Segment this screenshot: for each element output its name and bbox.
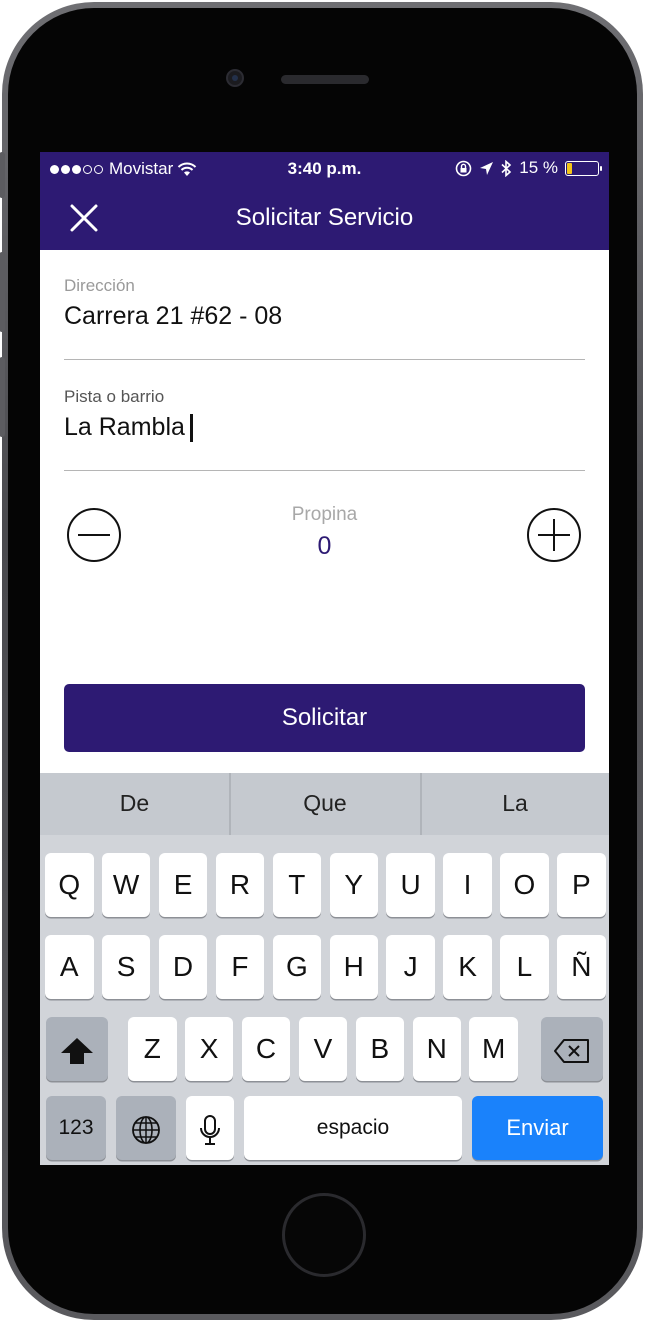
- tip-label: Propina: [291, 504, 358, 525]
- suggestion-3[interactable]: La: [421, 773, 609, 835]
- text-cursor: [189, 413, 193, 442]
- battery-icon: [565, 160, 602, 176]
- increase-tip-button[interactable]: [526, 507, 582, 563]
- key-d[interactable]: D: [158, 935, 208, 999]
- key-p[interactable]: P: [557, 853, 606, 917]
- key-z[interactable]: Z: [128, 1017, 177, 1081]
- suggestion-1[interactable]: De: [40, 773, 229, 835]
- keyboard: De Que La QWERTYUIOP ASDFGHJKLÑ ZXCVBNM 12…: [40, 773, 609, 1165]
- key-g[interactable]: G: [272, 935, 322, 999]
- tip-value: 0: [317, 532, 332, 560]
- navigation-bar: Solicitar Servicio: [40, 186, 609, 250]
- key-h[interactable]: H: [329, 935, 378, 999]
- address-value[interactable]: Carrera 21 #62 - 08: [64, 302, 282, 331]
- shift-icon: [61, 1037, 93, 1064]
- address-label: Dirección: [64, 276, 135, 295]
- front-camera: [226, 69, 244, 87]
- battery-level: [567, 162, 572, 174]
- key-m[interactable]: M: [469, 1017, 518, 1081]
- key-c[interactable]: C: [241, 1017, 291, 1081]
- key-s[interactable]: S: [101, 935, 151, 999]
- dictation-key[interactable]: [186, 1096, 234, 1160]
- battery-percentage: 15 %: [519, 158, 558, 177]
- earpiece-speaker: [281, 75, 369, 84]
- key-f[interactable]: F: [215, 935, 265, 999]
- suggestion-2[interactable]: Que: [230, 773, 420, 835]
- volume-down-button: [0, 357, 5, 437]
- key-e[interactable]: E: [158, 853, 208, 917]
- volume-up-button: [0, 252, 5, 332]
- location-arrow-icon: [480, 161, 494, 175]
- key-v[interactable]: V: [298, 1017, 348, 1081]
- globe-icon: [132, 1115, 160, 1144]
- shift-key[interactable]: [46, 1017, 108, 1081]
- key-y[interactable]: Y: [329, 853, 378, 917]
- page-title: Solicitar Servicio: [235, 204, 414, 231]
- app-screen: Movistar 3:40 p.m. 15 % Solicitar Servic…: [40, 152, 609, 1165]
- key-k[interactable]: K: [443, 935, 492, 999]
- neighborhood-field[interactable]: Pista o barrio La Rambla: [64, 387, 585, 471]
- key-b[interactable]: B: [355, 1017, 405, 1081]
- request-button[interactable]: Solicitar: [64, 684, 585, 752]
- key-w[interactable]: W: [101, 853, 151, 917]
- space-key[interactable]: espacio: [244, 1096, 462, 1160]
- microphone-icon: [200, 1114, 220, 1145]
- key-q[interactable]: Q: [45, 853, 94, 917]
- suggestion-bar: De Que La: [40, 773, 609, 835]
- key-x[interactable]: X: [184, 1017, 234, 1081]
- home-button[interactable]: [282, 1193, 366, 1277]
- mute-switch: [0, 152, 5, 198]
- key-o[interactable]: O: [500, 853, 549, 917]
- send-key[interactable]: Enviar: [472, 1096, 603, 1160]
- key-ñ[interactable]: Ñ: [557, 935, 606, 999]
- key-r[interactable]: R: [215, 853, 265, 917]
- key-n[interactable]: N: [412, 1017, 461, 1081]
- delete-key[interactable]: [541, 1017, 603, 1081]
- numbers-key[interactable]: 123: [46, 1096, 106, 1160]
- bluetooth-icon: [501, 159, 512, 177]
- key-j[interactable]: J: [386, 935, 435, 999]
- address-field[interactable]: Dirección Carrera 21 #62 - 08: [64, 276, 585, 360]
- key-l[interactable]: L: [500, 935, 549, 999]
- key-i[interactable]: I: [443, 853, 492, 917]
- rotation-lock-icon: [455, 160, 472, 176]
- backspace-icon: [554, 1038, 589, 1063]
- key-a[interactable]: A: [45, 935, 94, 999]
- status-bar: Movistar 3:40 p.m. 15 %: [40, 152, 609, 186]
- neighborhood-value[interactable]: La Rambla: [64, 413, 185, 442]
- globe-key[interactable]: [116, 1096, 176, 1160]
- neighborhood-label: Pista o barrio: [64, 387, 165, 406]
- key-t[interactable]: T: [272, 853, 322, 917]
- key-u[interactable]: U: [386, 853, 435, 917]
